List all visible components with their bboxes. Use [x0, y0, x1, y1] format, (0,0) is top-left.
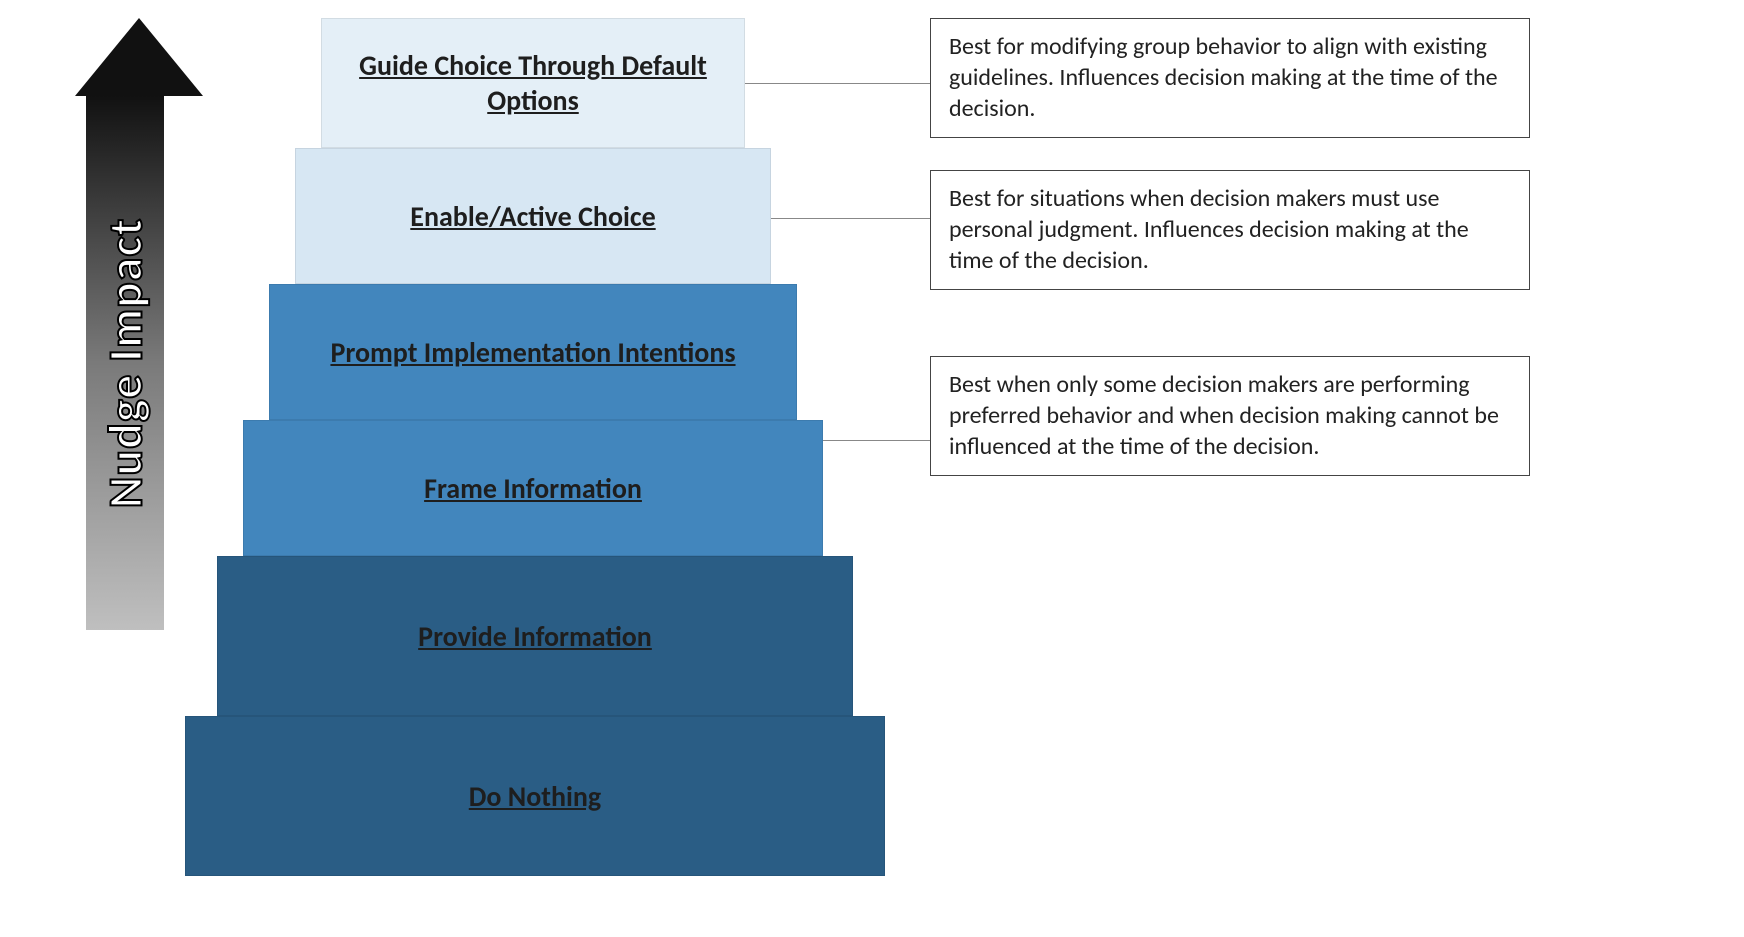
level-label: Guide Choice Through Default Options [322, 48, 744, 118]
level-label: Prompt Implementation Intentions [316, 335, 749, 370]
level-label: Enable/Active Choice [396, 199, 669, 234]
level-do-nothing: Do Nothing [185, 716, 885, 876]
connector-line [745, 83, 930, 84]
callout-active: Best for situations when decision makers… [930, 170, 1530, 290]
callout-text: Best when only some decision makers are … [949, 370, 1499, 461]
callout-bottom-group: Best when only some decision makers are … [930, 356, 1530, 476]
level-active-choice: Enable/Active Choice [295, 148, 771, 284]
arrow-shaft: Nudge Impact [86, 96, 164, 630]
level-prompt-intent: Prompt Implementation Intentions [269, 284, 797, 420]
axis-label: Nudge Impact [96, 218, 155, 508]
level-label: Frame Information [410, 471, 656, 506]
callout-text: Best for situations when decision makers… [949, 184, 1469, 275]
callout-defaults: Best for modifying group behavior to ali… [930, 18, 1530, 138]
arrow-up-icon [75, 18, 203, 96]
connector-line [823, 440, 930, 441]
level-label: Do Nothing [455, 779, 615, 814]
level-guide-defaults: Guide Choice Through Default Options [321, 18, 745, 148]
level-frame-info: Frame Information [243, 420, 823, 556]
impact-axis: Nudge Impact [75, 18, 175, 630]
connector-line [771, 218, 930, 219]
diagram-stage: Nudge Impact Guide Choice Through Defaul… [0, 0, 1744, 937]
level-label: Provide Information [404, 619, 666, 654]
level-provide-info: Provide Information [217, 556, 853, 716]
callout-text: Best for modifying group behavior to ali… [949, 32, 1498, 123]
